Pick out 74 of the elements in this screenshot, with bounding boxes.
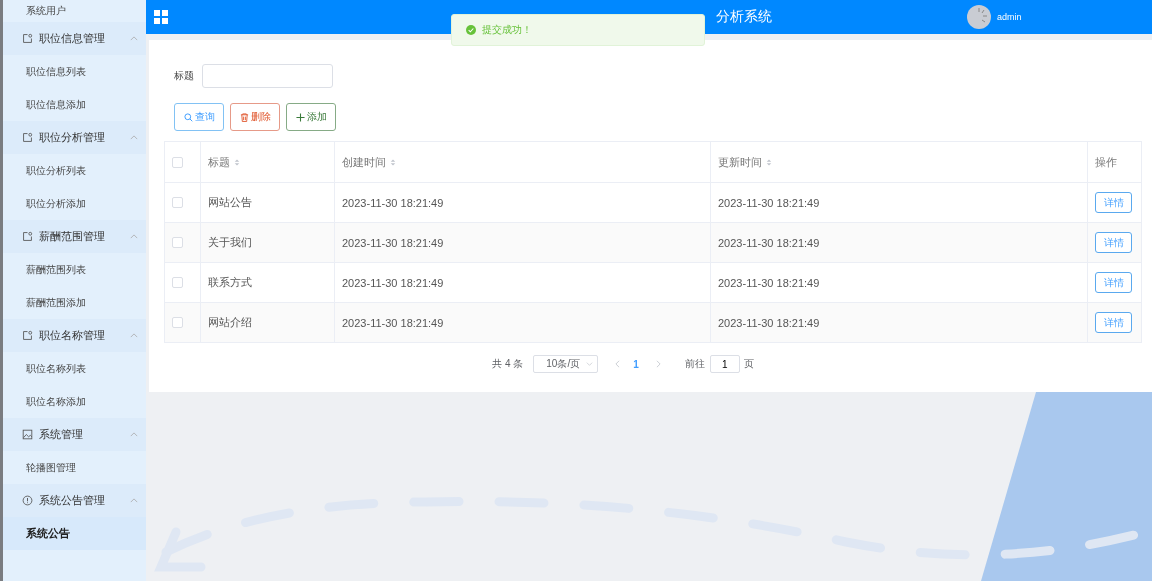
table-cell: 2023-11-30 18:21:49 bbox=[718, 196, 820, 209]
menu-item[interactable]: 轮播图管理 bbox=[3, 451, 146, 484]
table-cell: 2023-11-30 18:21:49 bbox=[718, 236, 820, 249]
menu-item[interactable]: 职位名称列表 bbox=[3, 352, 146, 385]
table-cell: 2023-11-30 18:21:49 bbox=[342, 236, 444, 249]
user-name[interactable]: admin bbox=[997, 12, 1022, 22]
total-count: 共 4 条 bbox=[492, 357, 524, 371]
chevron-icon bbox=[130, 135, 138, 140]
table-cell: 2023-11-30 18:21:49 bbox=[718, 316, 820, 329]
chevron-icon bbox=[130, 36, 138, 41]
row-checkbox[interactable] bbox=[172, 197, 183, 208]
chevron-icon bbox=[130, 498, 138, 503]
toast-message: 提交成功！ bbox=[482, 23, 532, 37]
previous-page-icon[interactable] bbox=[615, 360, 621, 368]
column-header: 创建时间 bbox=[342, 154, 386, 170]
app-title: 分析系统 bbox=[716, 8, 773, 26]
menu-group[interactable]: 职位名称管理 bbox=[3, 319, 146, 352]
table-cell: 2023-11-30 18:21:49 bbox=[718, 276, 820, 289]
chevron-icon bbox=[130, 333, 138, 338]
menu-item[interactable]: 职位名称添加 bbox=[3, 385, 146, 418]
sort-icon[interactable] bbox=[766, 157, 772, 167]
add-button[interactable]: 添加 bbox=[286, 103, 336, 131]
check-icon bbox=[466, 25, 476, 35]
info-icon bbox=[22, 495, 33, 506]
grid-icon[interactable] bbox=[154, 10, 168, 24]
table-cell: 2023-11-30 18:21:49 bbox=[342, 196, 444, 209]
table-cell: 2023-11-30 18:21:49 bbox=[342, 276, 444, 289]
menu-group[interactable]: 职位信息管理 bbox=[3, 22, 146, 55]
title-input[interactable] bbox=[202, 64, 333, 88]
menu-item[interactable]: 职位分析列表 bbox=[3, 154, 146, 187]
document-icon bbox=[22, 231, 33, 242]
menu-item[interactable]: 薪酬范围添加 bbox=[3, 286, 146, 319]
goto-label: 前往 bbox=[684, 357, 705, 371]
plus-icon bbox=[295, 112, 305, 122]
menu-item[interactable]: 系统公告 bbox=[3, 517, 146, 550]
column-header: 操作 bbox=[1095, 154, 1117, 170]
field-label: 标题 bbox=[174, 69, 194, 83]
menu-item[interactable]: 薪酬范围列表 bbox=[3, 253, 146, 286]
sort-icon[interactable] bbox=[234, 157, 240, 167]
menu-group[interactable]: 系统公告管理 bbox=[3, 484, 146, 517]
table-cell: 网站公告 bbox=[208, 195, 252, 210]
menu-group[interactable]: 系统管理 bbox=[3, 418, 146, 451]
table-cell: 网站介绍 bbox=[208, 315, 252, 330]
image-icon bbox=[22, 429, 33, 440]
page-label: 页 bbox=[743, 357, 754, 371]
avatar-icon[interactable] bbox=[967, 5, 991, 29]
menu-item[interactable]: 职位信息列表 bbox=[3, 55, 146, 88]
row-checkbox[interactable] bbox=[172, 237, 183, 248]
column-header: 更新时间 bbox=[718, 154, 762, 170]
table-cell: 联系方式 bbox=[208, 275, 252, 290]
row-checkbox[interactable] bbox=[172, 277, 183, 288]
row-checkbox[interactable] bbox=[172, 317, 183, 328]
chevron-icon bbox=[130, 234, 138, 239]
select-all-checkbox[interactable] bbox=[172, 156, 183, 168]
menu-item[interactable]: 职位分析添加 bbox=[3, 187, 146, 220]
next-page-icon[interactable] bbox=[655, 360, 661, 368]
trash-icon bbox=[239, 112, 249, 122]
document-icon bbox=[22, 33, 33, 44]
chevron-icon bbox=[130, 432, 138, 437]
table-cell: 2023-11-30 18:21:49 bbox=[342, 316, 444, 329]
caret-icon bbox=[586, 362, 594, 366]
document-icon bbox=[22, 132, 33, 143]
page-input[interactable]: 1 bbox=[709, 355, 740, 373]
menu-group[interactable]: 薪酬范围管理 bbox=[3, 220, 146, 253]
menu-group[interactable]: 职位分析管理 bbox=[3, 121, 146, 154]
delete-button[interactable]: 删除 bbox=[230, 103, 280, 131]
sort-icon[interactable] bbox=[390, 157, 396, 167]
table-cell: 关于我们 bbox=[208, 235, 252, 250]
search-icon bbox=[183, 112, 193, 122]
menu-item[interactable]: 系统用户 bbox=[3, 0, 146, 22]
column-header: 标题 bbox=[208, 154, 230, 170]
page-size-select[interactable]: 10条/页 bbox=[533, 355, 599, 373]
document-icon bbox=[22, 330, 33, 341]
menu-item[interactable]: 职位信息添加 bbox=[3, 88, 146, 121]
